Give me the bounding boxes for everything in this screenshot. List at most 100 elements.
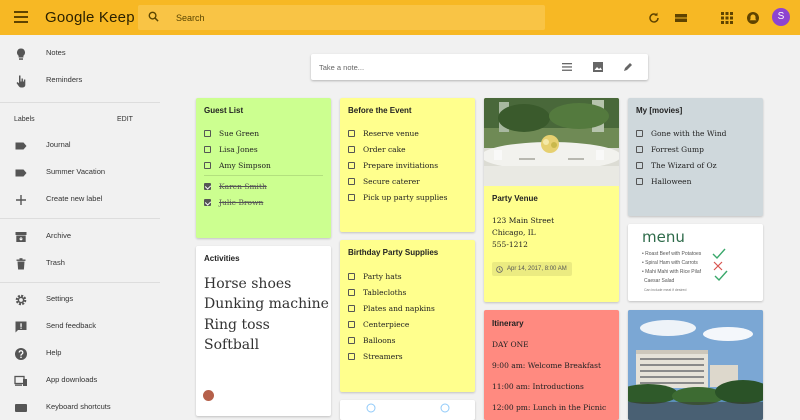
checkbox[interactable] [204, 198, 211, 206]
list-item[interactable]: Balloons [348, 334, 396, 346]
sidebar-item-label: Keyboard shortcuts [46, 402, 111, 411]
sidebar-item-archive[interactable]: Archive [0, 226, 160, 248]
take-note-input[interactable] [319, 60, 519, 74]
checkbox[interactable] [204, 161, 211, 169]
search-bar[interactable] [138, 5, 545, 30]
note-title: Party Venue [492, 194, 538, 203]
list-item[interactable]: Forrest Gump [636, 143, 704, 155]
list-item[interactable]: Karen Smith [204, 180, 267, 192]
note-movies[interactable]: My [movies] Gone with the Wind Forrest G… [628, 98, 763, 216]
checkbox[interactable] [348, 161, 355, 169]
checkbox[interactable] [636, 177, 643, 185]
note-itinerary[interactable]: Itinerary DAY ONE 9:00 am: Welcome Break… [484, 310, 619, 420]
list-view-icon[interactable] [674, 11, 688, 25]
checkbox[interactable] [204, 129, 211, 137]
archive-icon [15, 232, 27, 242]
sidebar-item-settings[interactable]: Settings [0, 289, 160, 311]
list-item[interactable]: Secure caterer [348, 175, 420, 187]
checkbox[interactable] [636, 161, 643, 169]
list-item-text: Secure caterer [363, 176, 420, 186]
note-title: Activities [204, 254, 240, 263]
search-icon[interactable] [148, 11, 159, 22]
checkbox[interactable] [348, 320, 355, 328]
list-item[interactable]: Gone with the Wind [636, 127, 726, 139]
sidebar-item-app-downloads[interactable]: App downloads [0, 370, 160, 392]
sidebar-item-summer-vacation[interactable]: Summer Vacation [0, 162, 160, 184]
sidebar-item-journal[interactable]: Journal [0, 135, 160, 157]
checkbox[interactable] [348, 129, 355, 137]
note-party-venue[interactable]: Party Venue 123 Main Street Chicago, IL … [484, 98, 619, 302]
checkbox[interactable] [348, 272, 355, 280]
notifications-icon[interactable] [746, 11, 760, 25]
sidebar-item-reminders[interactable]: Reminders [0, 70, 160, 92]
checkbox[interactable] [204, 145, 211, 153]
checkbox[interactable] [348, 145, 355, 153]
new-image-note-icon[interactable] [592, 61, 604, 73]
search-input[interactable] [176, 9, 506, 26]
circle-icon [440, 403, 450, 413]
note-before-event[interactable]: Before the Event Reserve venue Order cak… [340, 98, 475, 232]
sidebar-item-keyboard-shortcuts[interactable]: Keyboard shortcuts [0, 397, 160, 419]
list-item[interactable]: Party hats [348, 270, 402, 282]
sidebar-item-send-feedback[interactable]: Send feedback [0, 316, 160, 338]
keyboard-icon [15, 404, 27, 412]
collaborator-avatar[interactable] [203, 390, 214, 401]
list-item[interactable]: Sue Green [204, 127, 259, 139]
list-item[interactable]: Amy Simpson [204, 159, 271, 171]
note-birthday-supplies[interactable]: Birthday Party Supplies Party hats Table… [340, 240, 475, 392]
apps-grid-icon[interactable] [720, 11, 734, 25]
checkbox[interactable] [204, 182, 211, 190]
avatar[interactable]: S [772, 8, 790, 26]
sidebar-item-trash[interactable]: Trash [0, 253, 160, 275]
take-note-bar[interactable] [311, 54, 648, 80]
checkbox[interactable] [348, 352, 355, 360]
edit-labels-button[interactable]: EDIT [117, 116, 133, 123]
list-item[interactable]: Lisa Jones [204, 143, 258, 155]
checkbox[interactable] [348, 304, 355, 312]
sidebar-item-help[interactable]: Help [0, 343, 160, 365]
list-item[interactable]: Halloween [636, 175, 691, 187]
note-resort-photo[interactable] [628, 310, 763, 420]
checkbox[interactable] [636, 129, 643, 137]
new-list-icon[interactable] [561, 61, 573, 73]
checkbox[interactable] [636, 145, 643, 153]
list-item[interactable]: Prepare invitiations [348, 159, 438, 171]
sidebar-item-create-label[interactable]: Create new label [0, 189, 160, 211]
reminder-chip[interactable]: Apr 14, 2017, 8:00 AM [492, 262, 572, 276]
note-line: Chicago, IL [492, 228, 536, 237]
note-activities[interactable]: Activities Horse shoes Dunking machine R… [196, 246, 331, 416]
label-icon [15, 142, 27, 150]
note-partial[interactable] [340, 400, 475, 420]
gear-icon [15, 294, 27, 306]
list-item[interactable]: Order cake [348, 143, 406, 155]
note-guest-list[interactable]: Guest List Sue Green Lisa Jones Amy Simp… [196, 98, 331, 238]
sidebar-item-label: Summer Vacation [46, 167, 106, 176]
lightbulb-icon [17, 48, 25, 60]
list-item[interactable]: Centerpiece [348, 318, 409, 330]
list-item[interactable]: The Wizard of Oz [636, 159, 717, 171]
clock-icon [496, 265, 503, 273]
list-item[interactable]: Tablecloths [348, 286, 406, 298]
sidebar-item-notes[interactable]: Notes [0, 43, 160, 65]
checkbox[interactable] [348, 193, 355, 201]
list-item[interactable]: Plates and napkins [348, 302, 435, 314]
new-drawing-icon[interactable] [622, 61, 634, 73]
checkbox[interactable] [348, 177, 355, 185]
note-menu[interactable]: menu • Roast Beef with Potatoes • Spiral… [628, 224, 763, 301]
list-item[interactable]: Pick up party supplies [348, 191, 447, 203]
plus-icon [16, 195, 26, 205]
sidebar-item-label: Help [46, 348, 62, 357]
checkbox[interactable] [348, 336, 355, 344]
main-menu-icon[interactable] [14, 10, 28, 24]
reminder-text: Apr 14, 2017, 8:00 AM [507, 266, 567, 272]
list-item[interactable]: Reserve venue [348, 127, 419, 139]
list-item-text: Reserve venue [363, 128, 419, 138]
sidebar-item-label: App downloads [46, 375, 98, 384]
app-title: Google Keep [45, 9, 135, 26]
menu-line-text: Roast Beef with Potatoes [645, 251, 702, 257]
refresh-icon[interactable] [647, 11, 661, 25]
list-item[interactable]: Streamers [348, 350, 403, 362]
list-item-text: Julie Brown [219, 197, 264, 207]
checkbox[interactable] [348, 288, 355, 296]
list-item[interactable]: Julie Brown [204, 196, 263, 208]
